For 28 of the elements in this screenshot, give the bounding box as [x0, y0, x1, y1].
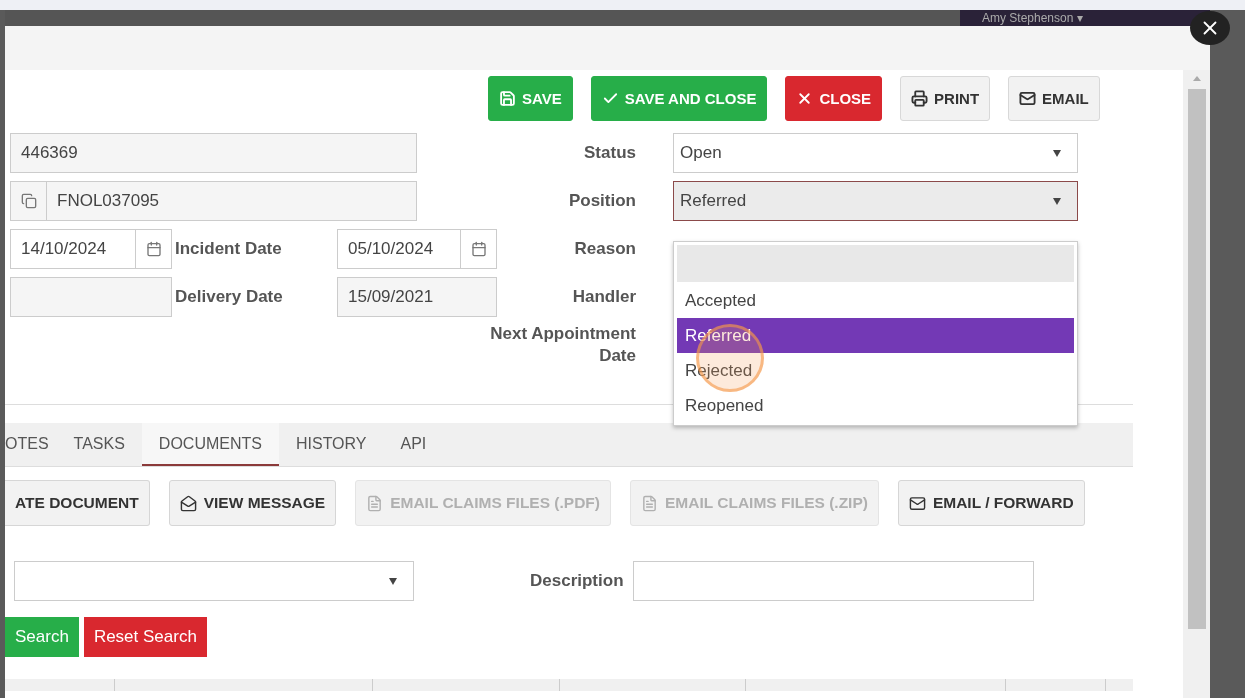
claim-id-field[interactable]: 446369 [10, 133, 417, 173]
action-button[interactable]: VIEW MESSAGE [168, 480, 337, 526]
field-label: Description [529, 571, 625, 591]
print-button[interactable]: PRINT [900, 76, 991, 121]
field-label: Next Appointment Date [489, 323, 636, 365]
date-field[interactable]: 15/09/2021 [337, 277, 497, 317]
tab[interactable]: API [383, 423, 444, 466]
field-label: Status [583, 143, 636, 163]
date-field[interactable]: 14/10/2024 [10, 229, 172, 269]
field-label: Position [567, 191, 636, 211]
tab[interactable]: HISTORY [278, 423, 384, 466]
tab[interactable]: DOCUMENTS [141, 423, 279, 466]
date-field[interactable]: 05/10/2024 [337, 229, 497, 269]
reference-field[interactable]: FNOL037095 [10, 181, 417, 221]
field-label: Incident Date [174, 239, 283, 259]
field-label: Handler [571, 287, 636, 307]
email-button[interactable]: EMAIL [1008, 76, 1100, 121]
field-label: Delivery Date [174, 287, 284, 307]
field-label: Reason [573, 239, 636, 259]
menu-option[interactable]: Referred [677, 318, 1074, 353]
reset-button[interactable]: Reset Search [83, 617, 207, 657]
tab[interactable]: OTES [5, 423, 49, 466]
status-select[interactable]: Open [673, 133, 1078, 173]
action-button[interactable]: EMAIL / FORWARD [897, 480, 1085, 526]
cancel-button[interactable]: CLOSE [785, 76, 883, 121]
action-button[interactable]: ATE DOCUMENT [5, 480, 150, 526]
position-select[interactable]: Referred [673, 181, 1078, 221]
tab[interactable]: TASKS [56, 423, 142, 466]
